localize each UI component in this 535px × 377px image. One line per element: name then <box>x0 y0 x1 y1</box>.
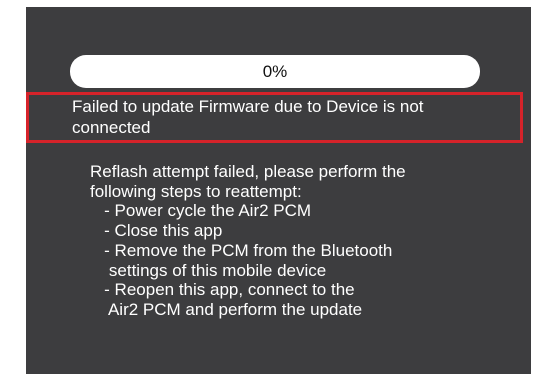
instruction-step-reopen-app-cont: Air2 PCM and perform the update <box>90 299 363 319</box>
instruction-step-close-app: - Close this app <box>90 221 223 241</box>
instruction-line: Reflash attempt failed, please perform t… <box>90 162 406 181</box>
instruction-step-power-cycle: - Power cycle the Air2 PCM <box>90 201 312 221</box>
instruction-step-remove-pcm: - Remove the PCM from the Bluetooth <box>90 240 393 260</box>
progress-percent-label: 0% <box>262 61 288 81</box>
reflash-instructions: Reflash attempt failed, please perform t… <box>90 162 510 320</box>
firmware-progress-bar: 0% <box>70 55 480 88</box>
instruction-line: following steps to reattempt: <box>90 181 302 201</box>
instruction-step-remove-pcm-cont: settings of this mobile device <box>90 260 327 280</box>
error-message: Failed to update Firmware due to Device … <box>72 97 424 137</box>
instruction-step-reopen-app: - Reopen this app, connect to the <box>90 280 355 300</box>
update-screen: 0% Failed to update Firmware due to Devi… <box>26 7 531 374</box>
